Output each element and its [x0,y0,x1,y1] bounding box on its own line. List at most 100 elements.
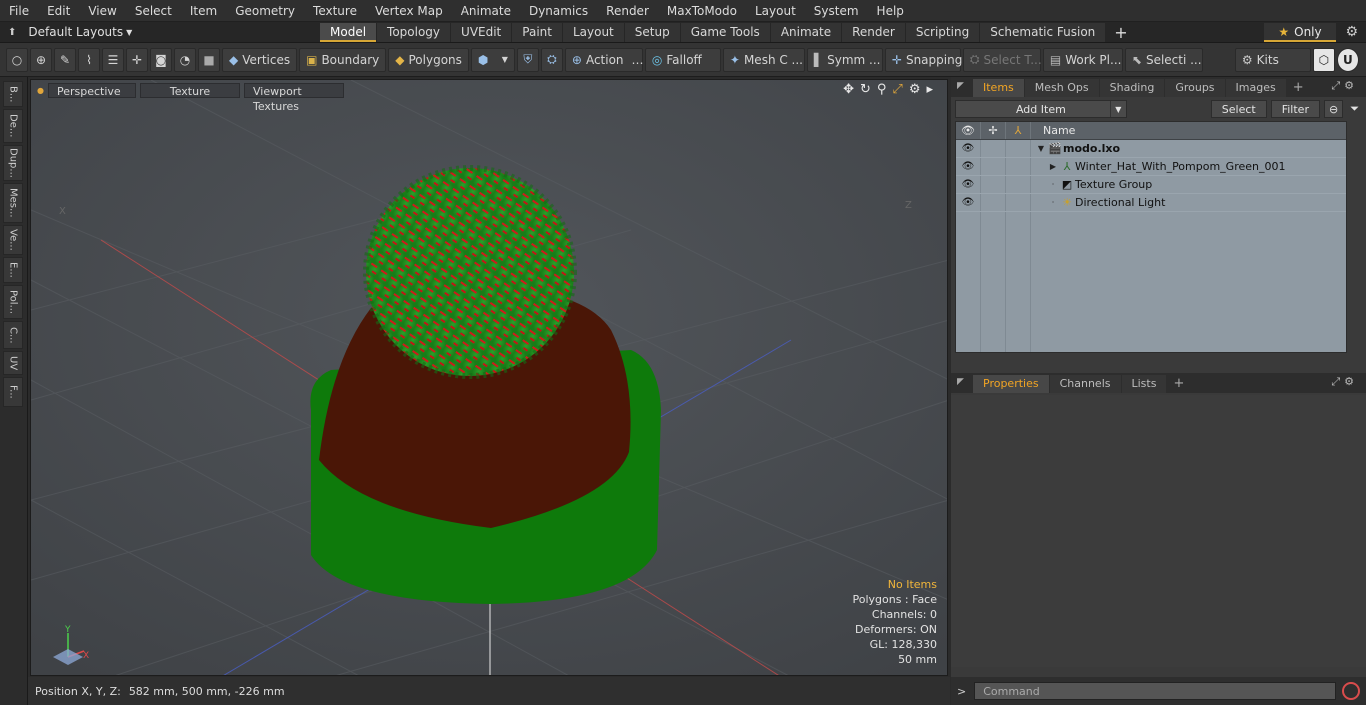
tab-mesh-ops[interactable]: Mesh Ops [1024,79,1099,97]
expand-panel-icon[interactable]: ⤢ [1331,79,1344,92]
collapse-arrow-icon[interactable]: ▶ [1047,162,1059,171]
tab-properties[interactable]: Properties [973,375,1049,393]
item-mode-button[interactable]: ■ [198,47,220,72]
gear-icon[interactable]: ⚙ [1345,24,1358,40]
tab-images[interactable]: Images [1225,79,1286,97]
tab-scripting[interactable]: Scripting [905,22,980,42]
left-tab-curve[interactable]: C... [3,321,23,349]
tab-game-tools[interactable]: Game Tools [680,22,770,42]
funnel-button[interactable]: ⏷ [1347,100,1362,118]
select-button[interactable]: Select [1210,100,1267,118]
maximize-icon[interactable]: ⤢ [892,82,902,97]
add-panel-tab-icon[interactable]: + [1287,79,1310,97]
expand-arrow-icon[interactable]: ▼ [1035,144,1047,153]
left-tab-polygon[interactable]: Pol... [3,285,23,319]
menu-vertex-map[interactable]: Vertex Map [366,0,452,22]
menu-dynamics[interactable]: Dynamics [520,0,597,22]
left-tab-deform[interactable]: De... [3,109,23,143]
globe-button[interactable]: ⊕ [30,47,52,72]
orbit-icon[interactable]: ↻ [860,82,871,97]
panel-settings-icon[interactable]: ⚙ [1344,79,1358,92]
panel-menu-icon[interactable]: ◤ [957,81,964,91]
add-panel-tab-icon[interactable]: + [1167,375,1190,393]
brush-button[interactable]: ⌇ [78,47,100,72]
menu-help[interactable]: Help [868,0,913,22]
gear-shield-button[interactable]: ⛭ [540,47,563,72]
falloff-button[interactable]: ◎ Falloff [644,47,721,72]
symmetry-button[interactable]: ▌ Symm ... [806,47,883,72]
tab-layout[interactable]: Layout [562,22,624,42]
visibility-toggle[interactable]: 👁 [956,176,981,193]
type-column-header[interactable]: ⅄ [1006,122,1031,139]
select-through-button[interactable]: ⛭ Select T... [962,47,1042,72]
unreal-button[interactable]: U [1336,47,1359,72]
tab-animate[interactable]: Animate [770,22,842,42]
menu-system[interactable]: System [805,0,868,22]
viewport-settings-icon[interactable]: ⚙ [909,82,921,97]
kits-button[interactable]: ⚙ Kits [1234,47,1311,72]
element-button[interactable]: ◙ [150,47,172,72]
unity-button[interactable]: ⬡ [1312,47,1335,72]
filter-button[interactable]: Filter [1270,100,1320,118]
left-tab-duplicate[interactable]: Dup... [3,145,23,181]
align-button[interactable]: ☰ [102,47,124,72]
boundary-button[interactable]: ▣ Boundary [299,47,387,72]
panel-settings-icon[interactable]: ⚙ [1344,375,1358,388]
menu-maxtomodo[interactable]: MaxToModo [658,0,746,22]
tab-model[interactable]: Model [320,22,377,42]
pan-icon[interactable]: ✥ [843,82,854,97]
command-input[interactable]: Command [974,682,1337,700]
vertices-button[interactable]: ◆ Vertices [222,47,298,72]
mesh-constraint-button[interactable]: ✦ Mesh C ... [722,47,805,72]
perspective-button[interactable]: Perspective [47,82,136,98]
tab-channels[interactable]: Channels [1049,375,1121,393]
viewport-dot-icon[interactable]: ● [37,86,44,95]
tree-row-scene[interactable]: 👁 ▼ 🎬 modo.lxo [956,140,1346,158]
viewport-more-icon[interactable]: ▸ [926,82,933,97]
tab-items[interactable]: Items [973,79,1024,97]
menu-item[interactable]: Item [181,0,226,22]
item-list-scrollbar[interactable] [1352,121,1366,353]
select-circle-button[interactable]: ○ [6,47,28,72]
menu-edit[interactable]: Edit [38,0,79,22]
tab-schematic-fusion[interactable]: Schematic Fusion [980,22,1106,42]
tree-row-mesh[interactable]: 👁 ▶ ⅄ Winter_Hat_With_Pompom_Green_001 [956,158,1346,176]
tab-uvedit[interactable]: UVEdit [451,22,512,42]
left-tab-mesh-edit[interactable]: Mes... [3,183,23,223]
menu-file[interactable]: File [0,0,38,22]
selection-sets-button[interactable]: ⬉ Selecti ... [1124,47,1203,72]
menu-render[interactable]: Render [597,0,658,22]
collapse-button[interactable]: ⊖ [1323,100,1344,118]
tab-setup[interactable]: Setup [624,22,680,42]
menu-layout[interactable]: Layout [746,0,805,22]
tab-render[interactable]: Render [842,22,905,42]
zoom-icon[interactable]: ⚲ [877,82,887,97]
tab-lists[interactable]: Lists [1121,375,1167,393]
visibility-toggle[interactable]: 👁 [956,140,981,157]
move-button[interactable]: ✛ [126,47,148,72]
add-tab-plus-icon[interactable]: + [1106,23,1135,42]
tree-row-texture-group[interactable]: 👁 · ◩ Texture Group [956,176,1346,194]
tree-row-directional-light[interactable]: 👁 · ☀ Directional Light [956,194,1346,212]
action-button[interactable]: ⊕ Action… [564,47,644,72]
visibility-toggle[interactable]: 👁 [956,158,981,175]
tab-shading[interactable]: Shading [1099,79,1165,97]
menu-select[interactable]: Select [126,0,181,22]
rotate-button[interactable]: ◔ [174,47,196,72]
record-icon[interactable] [1342,682,1361,700]
viewport-textures-button[interactable]: Viewport Textures [243,82,344,113]
material-dropdown[interactable]: ⬢ ▼ [470,47,515,72]
lock-column-header[interactable]: ✢ [981,122,1006,139]
3d-viewport[interactable]: ● Perspective Texture Viewport Textures … [30,79,948,676]
menu-texture[interactable]: Texture [304,0,366,22]
visibility-column-header[interactable]: 👁 [956,122,981,139]
default-layouts-dropdown[interactable]: ⬆ Default Layouts ▼ [0,22,320,43]
left-tab-edge[interactable]: E... [3,257,23,283]
symmetry-shield-button[interactable]: ⛨ [516,47,539,72]
name-column-header[interactable]: Name [1031,124,1075,137]
left-tab-uv[interactable]: UV [3,351,23,375]
only-toggle[interactable]: ★ Only [1264,23,1336,42]
visibility-toggle[interactable]: 👁 [956,194,981,211]
expand-panel-icon[interactable]: ⤢ [1331,375,1344,388]
tab-topology[interactable]: Topology [377,22,451,42]
